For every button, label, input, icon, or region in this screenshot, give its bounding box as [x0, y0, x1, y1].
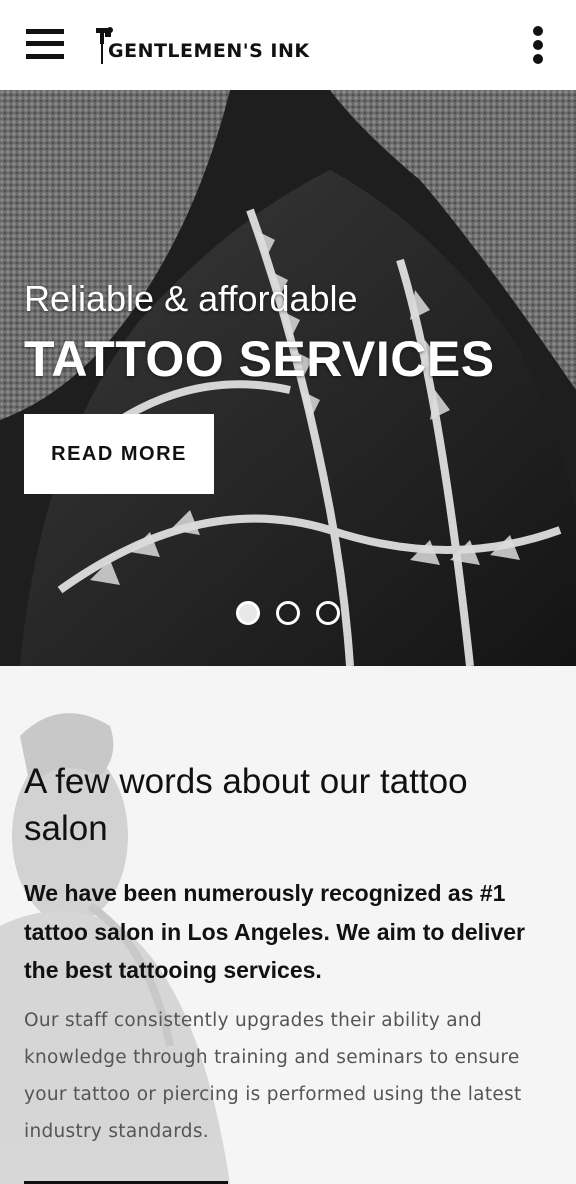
read-more-button[interactable]: READ MORE — [24, 414, 214, 494]
about-section: A few words about our tattoo salon We ha… — [0, 666, 576, 1184]
brand-name: GENTLEMEN'S INK — [108, 40, 310, 62]
about-heading: A few words about our tattoo salon — [24, 762, 468, 848]
slide-dot-1[interactable] — [236, 601, 260, 625]
slide-dot-3[interactable] — [316, 601, 340, 625]
brand-logo[interactable]: GENTLEMEN'S INK — [92, 22, 310, 66]
hero-subtitle: Reliable & affordable — [24, 278, 358, 319]
hero-slider: Reliable & affordable TATTOO SERVICES RE… — [0, 90, 576, 666]
app-header: GENTLEMEN'S INK — [0, 0, 576, 90]
hero-title: TATTOO SERVICES — [24, 331, 495, 387]
slide-dot-2[interactable] — [276, 601, 300, 625]
vertical-dots-icon[interactable] — [528, 24, 548, 68]
about-lead-text: We have been numerously recognized as #1… — [24, 880, 525, 983]
hamburger-menu-icon[interactable] — [26, 27, 64, 61]
about-body-text: Our staff consistently upgrades their ab… — [24, 1010, 522, 1142]
